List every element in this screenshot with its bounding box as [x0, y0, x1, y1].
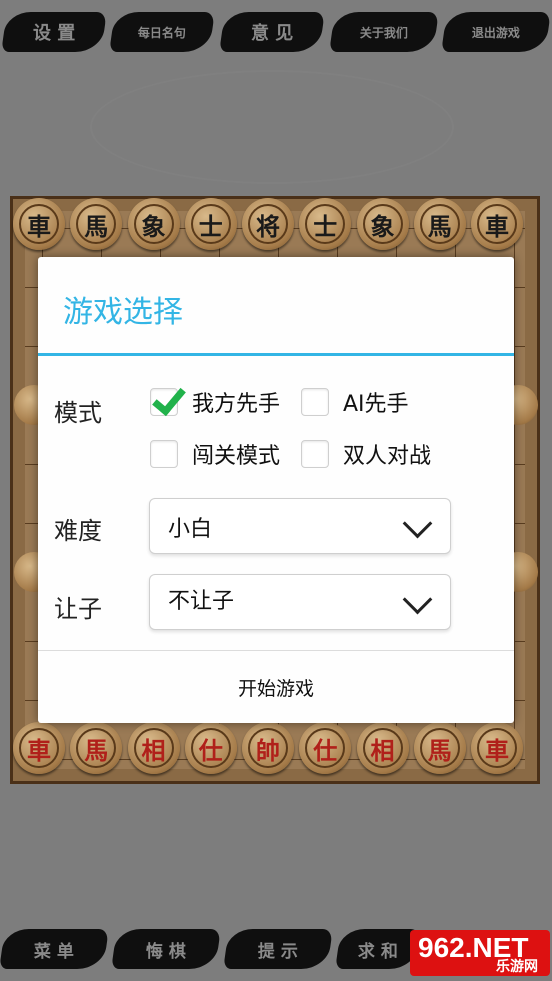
- logo-subtext: 乐游网: [496, 958, 538, 974]
- option-label: AI先手: [343, 392, 409, 417]
- chevron-down-icon: [402, 508, 433, 539]
- checkbox-ai-first[interactable]: [301, 388, 329, 416]
- piece[interactable]: 車: [13, 722, 65, 774]
- difficulty-value: 小白: [168, 517, 213, 542]
- red-piece-row: 車 馬 相 仕 帥 仕 相 馬 車: [13, 722, 523, 778]
- site-watermark-logo: 962.NET 乐游网: [410, 930, 550, 976]
- piece[interactable]: 車: [471, 722, 523, 774]
- option-player-first[interactable]: 我方先手: [150, 380, 281, 419]
- option-level-mode[interactable]: 闯关模式: [150, 437, 280, 471]
- chevron-down-icon: [402, 584, 433, 615]
- piece[interactable]: 相: [127, 722, 180, 774]
- piece[interactable]: 馬: [70, 198, 123, 250]
- checkbox-two-player[interactable]: [301, 440, 329, 468]
- feedback-button[interactable]: 意 见: [219, 12, 325, 52]
- mode-label: 模式: [54, 399, 102, 427]
- piece[interactable]: 仕: [299, 722, 352, 774]
- exit-game-button[interactable]: 退出游戏: [441, 12, 551, 52]
- piece[interactable]: 士: [299, 198, 352, 250]
- dialog-title: 游戏选择: [63, 295, 183, 330]
- game-select-dialog: 游戏选择 模式 我方先手 AI先手 闯关模式 双人对战 难度 小白 让子 不让子…: [38, 257, 514, 723]
- option-two-player[interactable]: 双人对战: [301, 437, 431, 471]
- about-us-button[interactable]: 关于我们: [329, 12, 439, 52]
- piece[interactable]: 帥: [242, 722, 294, 774]
- piece[interactable]: 士: [184, 198, 237, 250]
- piece[interactable]: 馬: [70, 722, 123, 774]
- difficulty-label: 难度: [54, 517, 102, 545]
- black-piece-row: 車 馬 象 士 将 士 象 馬 車: [13, 198, 523, 254]
- start-game-button[interactable]: 开始游戏: [38, 651, 514, 723]
- option-ai-first[interactable]: AI先手: [301, 385, 409, 419]
- menu-button[interactable]: 菜 单: [0, 929, 109, 969]
- handicap-value: 不让子: [168, 589, 235, 614]
- piece[interactable]: 馬: [413, 198, 466, 250]
- draw-button[interactable]: 求 和: [335, 929, 421, 969]
- daily-quote-button[interactable]: 每日名句: [109, 12, 215, 52]
- piece[interactable]: 象: [356, 198, 409, 250]
- piece[interactable]: 車: [471, 198, 523, 250]
- background-ornament: [90, 70, 454, 184]
- option-label: 我方先手: [192, 392, 281, 417]
- hint-button[interactable]: 提 示: [223, 929, 333, 969]
- handicap-select[interactable]: 不让子: [149, 574, 451, 630]
- title-divider: [38, 353, 514, 356]
- piece[interactable]: 相: [356, 722, 409, 774]
- option-label: 闯关模式: [192, 444, 281, 469]
- piece[interactable]: 仕: [184, 722, 237, 774]
- checkbox-level-mode[interactable]: [150, 440, 178, 468]
- settings-button[interactable]: 设 置: [1, 12, 107, 52]
- piece[interactable]: 将: [242, 198, 294, 250]
- difficulty-select[interactable]: 小白: [149, 498, 451, 554]
- piece[interactable]: 馬: [413, 722, 466, 774]
- piece[interactable]: 象: [127, 198, 180, 250]
- top-menu-bar: 设 置 每日名句 意 见 关于我们 退出游戏: [0, 0, 552, 62]
- checkbox-player-first[interactable]: [150, 380, 186, 417]
- piece[interactable]: 車: [13, 198, 65, 250]
- undo-button[interactable]: 悔 棋: [111, 929, 221, 969]
- handicap-label: 让子: [54, 595, 102, 623]
- option-label: 双人对战: [343, 444, 432, 469]
- checkmark-icon: [152, 380, 186, 417]
